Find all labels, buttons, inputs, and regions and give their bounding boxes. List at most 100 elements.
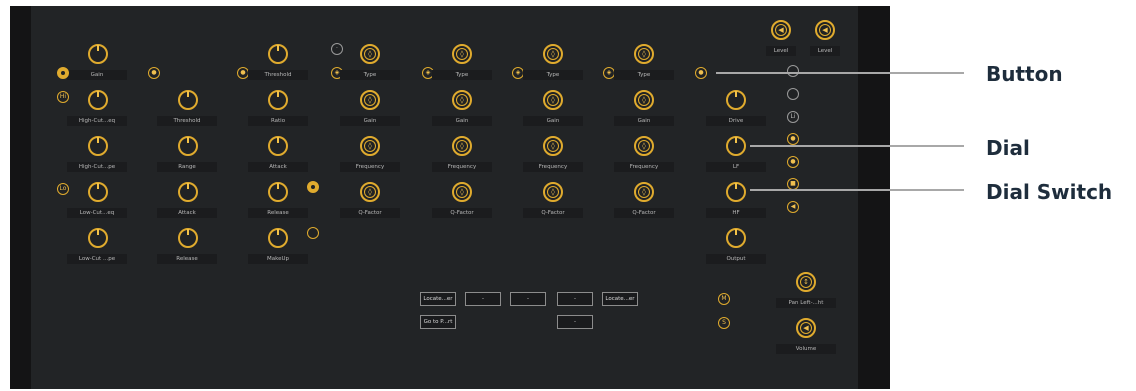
eq4-freq-label: Frequency xyxy=(614,162,674,172)
makeup-knob[interactable] xyxy=(268,228,288,248)
eq-freq-icon: ◊ xyxy=(547,140,559,152)
level-label-2: Level xyxy=(810,46,840,56)
lo-button[interactable]: Lo xyxy=(57,183,69,195)
eq3-freq-switch[interactable]: ◊ xyxy=(543,136,563,156)
high-cut-eq-knob[interactable] xyxy=(88,90,108,110)
low-cut-eq-label: Low-Cut...eq xyxy=(67,208,127,218)
gain-knob[interactable] xyxy=(88,44,108,64)
eq-gain-icon: ◊ xyxy=(364,94,376,106)
m-button[interactable]: M xyxy=(718,293,730,305)
li-button[interactable]: Li xyxy=(787,111,799,123)
eq3-type-switch[interactable]: ◊ xyxy=(543,44,563,64)
release-label-b: Release xyxy=(248,208,308,218)
eq-freq-icon: ◊ xyxy=(638,140,650,152)
eq2-freq-switch[interactable]: ◊ xyxy=(452,136,472,156)
eq1-gain-switch[interactable]: ◊ xyxy=(360,90,380,110)
eq1-q-switch[interactable]: ◊ xyxy=(360,182,380,202)
eq2-freq-label: Frequency xyxy=(432,162,492,172)
eq3-q-switch[interactable]: ◊ xyxy=(543,182,563,202)
pan-knob[interactable]: ↕ xyxy=(796,272,816,292)
eq4-type-switch[interactable]: ◊ xyxy=(634,44,654,64)
eq-q-icon: ◊ xyxy=(364,186,376,198)
dash-button-2[interactable]: - xyxy=(510,292,546,306)
eq-gain-icon: ◊ xyxy=(547,94,559,106)
eq-q-icon: ◊ xyxy=(456,186,468,198)
release-knob-a[interactable] xyxy=(178,228,198,248)
right-yellow-button-1[interactable]: ● xyxy=(787,133,799,145)
right-gray-button-1[interactable] xyxy=(787,65,799,77)
eq1-q-label: Q-Factor xyxy=(340,208,400,218)
dash-button-4[interactable]: - xyxy=(557,315,593,329)
locate-right-button[interactable]: Locate...er xyxy=(602,292,638,306)
release-label-a: Release xyxy=(157,254,217,264)
button-callout: Button xyxy=(986,62,1063,86)
dash-button-1[interactable]: - xyxy=(465,292,501,306)
right-yellow-button-2[interactable]: ● xyxy=(787,156,799,168)
right-gray-button-2[interactable] xyxy=(787,88,799,100)
threshold-knob-b[interactable] xyxy=(268,44,288,64)
hf-knob[interactable] xyxy=(726,182,746,202)
pan-label: Pan Left-...ht xyxy=(776,298,836,308)
ratio-knob[interactable] xyxy=(268,90,288,110)
lf-knob[interactable] xyxy=(726,136,746,156)
eq-type-icon: ◊ xyxy=(364,48,376,60)
level-knob-2[interactable]: ◀ xyxy=(815,20,835,40)
lf-label: LF xyxy=(706,162,766,172)
drive-knob[interactable] xyxy=(726,90,746,110)
hi-button[interactable]: Hi xyxy=(57,91,69,103)
power-button[interactable] xyxy=(57,67,69,79)
lock-button-1[interactable]: ● xyxy=(148,67,160,79)
volume-knob[interactable]: ◀ xyxy=(796,318,816,338)
eq4-freq-switch[interactable]: ◊ xyxy=(634,136,654,156)
eq2-gain-label: Gain xyxy=(432,116,492,126)
eq2-type-label: Type xyxy=(432,70,492,80)
eq1-freq-switch[interactable]: ◊ xyxy=(360,136,380,156)
eq3-q-label: Q-Factor xyxy=(523,208,583,218)
speaker-icon: ◀ xyxy=(775,24,787,36)
eq2-q-switch[interactable]: ◊ xyxy=(452,182,472,202)
eq4-gain-switch[interactable]: ◊ xyxy=(634,90,654,110)
high-cut-pe-knob[interactable] xyxy=(88,136,108,156)
button-callout-line xyxy=(716,72,964,74)
low-cut-eq-knob[interactable] xyxy=(88,182,108,202)
speaker-icon: ◀ xyxy=(800,322,812,334)
dash-button-3[interactable]: - xyxy=(557,292,593,306)
threshold-label-b: Threshold xyxy=(248,70,308,80)
release-knob-b[interactable] xyxy=(268,182,288,202)
power-dot-icon xyxy=(61,71,65,75)
eq1-type-switch[interactable]: ◊ xyxy=(360,44,380,64)
locate-left-button[interactable]: Locate...er xyxy=(420,292,456,306)
hf-label: HF xyxy=(706,208,766,218)
eq2-gain-switch[interactable]: ◊ xyxy=(452,90,472,110)
eq4-gain-label: Gain xyxy=(614,116,674,126)
eq2-q-label: Q-Factor xyxy=(432,208,492,218)
eq1-gain-label: Gain xyxy=(340,116,400,126)
s-button[interactable]: S xyxy=(718,317,730,329)
eq4-q-label: Q-Factor xyxy=(614,208,674,218)
speaker-button[interactable]: ◀ xyxy=(787,201,799,213)
gray-dot-button[interactable]: · xyxy=(331,43,343,55)
level-knob-1[interactable]: ◀ xyxy=(771,20,791,40)
attack-knob-a[interactable] xyxy=(178,182,198,202)
speaker-icon: ◀ xyxy=(819,24,831,36)
ratio-label: Ratio xyxy=(248,116,308,126)
sidechain-button[interactable] xyxy=(307,227,319,239)
eq1-freq-label: Frequency xyxy=(340,162,400,172)
eq3-freq-label: Frequency xyxy=(523,162,583,172)
eq4-q-switch[interactable]: ◊ xyxy=(634,182,654,202)
high-cut-eq-label: High-Cut...eq xyxy=(67,116,127,126)
eq3-type-label: Type xyxy=(523,70,583,80)
low-cut-pe-knob[interactable] xyxy=(88,228,108,248)
dial-switch-callout: Dial Switch xyxy=(986,180,1113,204)
comp-enable-button[interactable] xyxy=(307,181,319,193)
threshold-knob-a[interactable] xyxy=(178,90,198,110)
attack-knob-b[interactable] xyxy=(268,136,288,156)
high-cut-pe-label: High-Cut...pe xyxy=(67,162,127,172)
eq3-gain-switch[interactable]: ◊ xyxy=(543,90,563,110)
saturator-lock-button[interactable]: ● xyxy=(695,67,707,79)
output-knob[interactable] xyxy=(726,228,746,248)
range-knob[interactable] xyxy=(178,136,198,156)
goto-button[interactable]: Go to P...rt xyxy=(420,315,456,329)
low-cut-pe-label: Low-Cut ...pe xyxy=(67,254,127,264)
eq2-type-switch[interactable]: ◊ xyxy=(452,44,472,64)
